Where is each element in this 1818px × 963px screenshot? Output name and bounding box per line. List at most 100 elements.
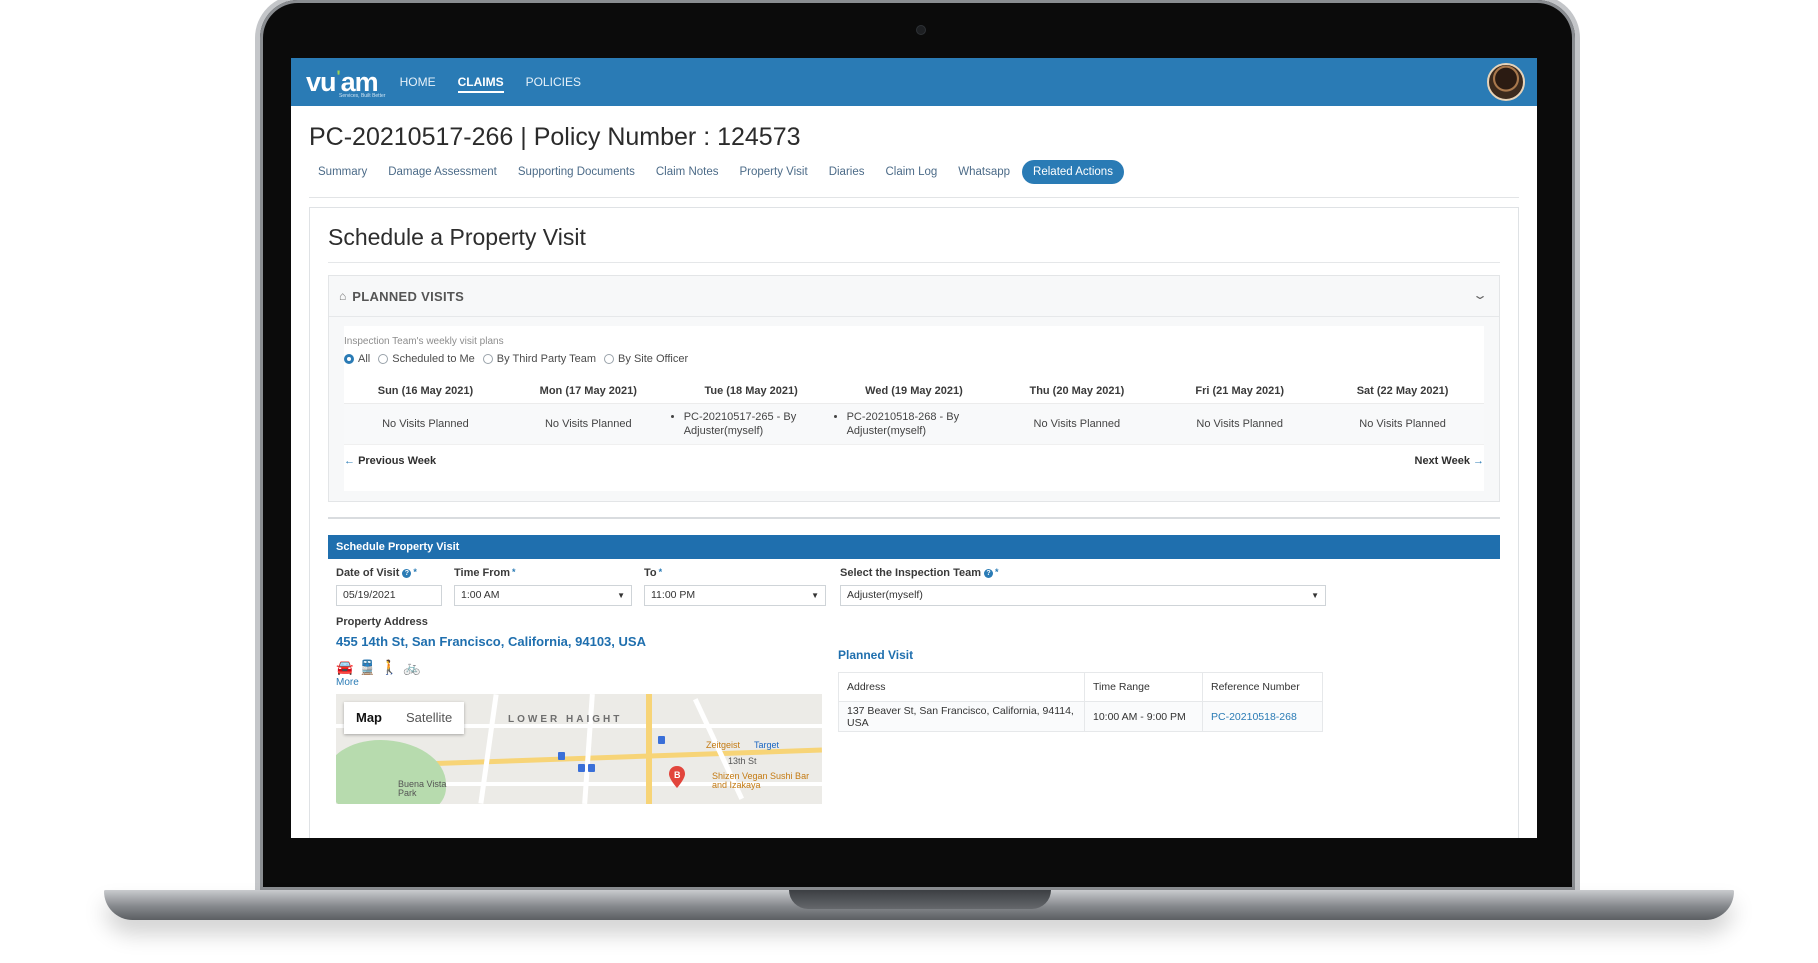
next-week-label: Next Week [1414, 455, 1470, 467]
weekly-plans-subheading: Inspection Team's weekly visit plans [344, 336, 504, 347]
time-to-label: To * [644, 567, 826, 581]
schedule-form-header: Schedule Property Visit [328, 535, 1500, 559]
day-cell-wed: PC-20210518-268 - By Adjuster(myself) [832, 404, 996, 445]
nav-home[interactable]: HOME [400, 58, 436, 106]
page-title: PC-20210517-266 | Policy Number : 124573 [309, 123, 801, 151]
week-navigation: ← Previous Week Next Week → [344, 455, 1484, 467]
laptop-notch [789, 890, 1051, 909]
user-avatar[interactable] [1487, 63, 1525, 101]
help-icon[interactable]: ? [402, 568, 412, 578]
map-road [478, 694, 499, 804]
map-road [582, 694, 595, 804]
transit-icon[interactable]: 🚆 [358, 659, 375, 676]
map-street-label: 13th St [728, 756, 757, 766]
tab-whatsapp[interactable]: Whatsapp [949, 160, 1019, 184]
map-type-toggle: Map Satellite [344, 702, 465, 734]
previous-week-button[interactable]: ← Previous Week [344, 455, 436, 467]
logo-accent: ' [336, 66, 341, 86]
time-from-label: Time From * [454, 567, 632, 581]
help-icon[interactable]: ? [984, 568, 994, 578]
tab-damage-assessment[interactable]: Damage Assessment [379, 160, 506, 184]
table-header-row: Address Time Range Reference Number [838, 672, 1323, 702]
map-place-zeitgeist: Zeitgeist [706, 740, 741, 750]
time-from-value: 1:00 AM [461, 589, 500, 601]
tab-summary[interactable]: Summary [309, 160, 376, 184]
time-from-group: Time From * 1:00 AM ▼ [454, 567, 632, 606]
dropdown-caret-icon: ▼ [1311, 591, 1319, 600]
bike-icon[interactable]: 🚲 [403, 659, 420, 676]
bus-stop-icon [658, 736, 665, 744]
date-field-group: Date of Visit? * 05/19/2021 [336, 567, 442, 606]
tab-supporting-documents[interactable]: Supporting Documents [509, 160, 644, 184]
day-header-fri: Fri (21 May 2021) [1158, 379, 1322, 404]
car-icon[interactable]: 🚘 [336, 659, 353, 676]
property-address-label: Property Address [336, 616, 428, 628]
filter-label: By Site Officer [618, 353, 689, 365]
day-header-wed: Wed (19 May 2021) [832, 379, 996, 404]
planned-visits-label: PLANNED VISITS [352, 288, 465, 304]
planned-visits-header[interactable]: ⌂ PLANNED VISITS ⌄ [329, 276, 1499, 317]
radio-icon [344, 354, 354, 364]
schedule-title: Schedule a Property Visit [328, 224, 586, 250]
nav-policies[interactable]: POLICIES [526, 58, 581, 106]
schedule-form: Schedule Property Visit Date of Visit? * … [328, 535, 1500, 804]
location-map[interactable]: Map Satellite LOWER HAIGHT Buena Vista P… [336, 694, 822, 804]
date-label-text: Date of Visit [336, 567, 400, 579]
tab-related-actions[interactable]: Related Actions [1022, 160, 1124, 184]
radio-icon [378, 354, 389, 364]
inspection-team-select[interactable]: Adjuster(myself) ▼ [840, 585, 1326, 606]
property-address-link[interactable]: 455 14th St, San Francisco, California, … [336, 634, 824, 649]
map-marker-label: B [674, 770, 681, 780]
schedule-card: Schedule a Property Visit ⌂ PLANNED VISI… [309, 207, 1519, 838]
nav-claims[interactable]: CLAIMS [457, 58, 504, 106]
tab-claim-log[interactable]: Claim Log [876, 160, 946, 184]
day-cell-mon: No Visits Planned [506, 404, 670, 445]
planned-visit-item[interactable]: PC-20210517-265 - By Adjuster(myself) [684, 410, 833, 438]
time-to-select[interactable]: 11:00 PM ▼ [644, 585, 826, 606]
tab-diaries[interactable]: Diaries [820, 160, 874, 184]
map-area-label: LOWER HAIGHT [508, 714, 623, 725]
visit-time-row: Date of Visit? * 05/19/2021 Time From * 1:… [328, 567, 1500, 606]
filter-site-officer[interactable]: By Site Officer [604, 353, 688, 365]
visit-reference-link[interactable]: PC-20210518-268 [1202, 701, 1323, 732]
day-cell-sat: No Visits Planned [1321, 404, 1484, 445]
arrow-right-icon: → [1473, 455, 1484, 467]
address-column: Property Address 455 14th St, San Franci… [336, 616, 824, 804]
tab-property-visit[interactable]: Property Visit [731, 160, 817, 184]
time-to-value: 11:00 PM [651, 589, 696, 601]
arrow-left-icon: ← [344, 455, 355, 467]
section-divider [328, 517, 1500, 519]
day-header-sun: Sun (16 May 2021) [344, 379, 507, 404]
date-label: Date of Visit? * [336, 567, 442, 581]
more-link[interactable]: More [336, 677, 824, 688]
map-park-label: Buena Vista Park [398, 779, 447, 798]
time-to-label-text: To [644, 567, 657, 579]
visit-time-cell: 10:00 AM - 9:00 PM [1084, 701, 1203, 732]
team-value: Adjuster(myself) [847, 589, 923, 601]
bus-stop-icon [578, 764, 585, 772]
next-week-button[interactable]: Next Week → [1415, 455, 1485, 467]
filter-scheduled-to-me[interactable]: Scheduled to Me [378, 353, 475, 365]
filter-label: All [358, 353, 371, 365]
satellite-view-button[interactable]: Satellite [394, 702, 464, 734]
date-of-visit-input[interactable]: 05/19/2021 [336, 585, 442, 606]
filter-all[interactable]: All [344, 353, 370, 365]
map-view-button[interactable]: Map [344, 702, 394, 734]
required-marker: * [413, 567, 417, 577]
radio-icon [604, 354, 615, 364]
logo-text-tail: am [340, 66, 379, 97]
title-divider [328, 262, 1500, 263]
brand-logo[interactable]: vu'am Services, Built Better [306, 66, 385, 99]
time-from-select[interactable]: 1:00 AM ▼ [454, 585, 632, 606]
previous-week-label: Previous Week [358, 455, 437, 467]
required-marker: * [512, 567, 516, 577]
tab-claim-notes[interactable]: Claim Notes [647, 160, 728, 184]
day-cell-sun: No Visits Planned [344, 404, 507, 445]
chevron-down-icon[interactable]: ⌄ [1472, 288, 1488, 302]
webcam [916, 25, 926, 35]
filter-third-party[interactable]: By Third Party Team [482, 353, 596, 365]
walk-icon[interactable]: 🚶 [381, 659, 398, 676]
day-header-mon: Mon (17 May 2021) [506, 379, 670, 404]
planned-visit-item[interactable]: PC-20210518-268 - By Adjuster(myself) [847, 410, 996, 438]
week-calendar: Sun (16 May 2021) Mon (17 May 2021) Tue … [344, 379, 1484, 445]
